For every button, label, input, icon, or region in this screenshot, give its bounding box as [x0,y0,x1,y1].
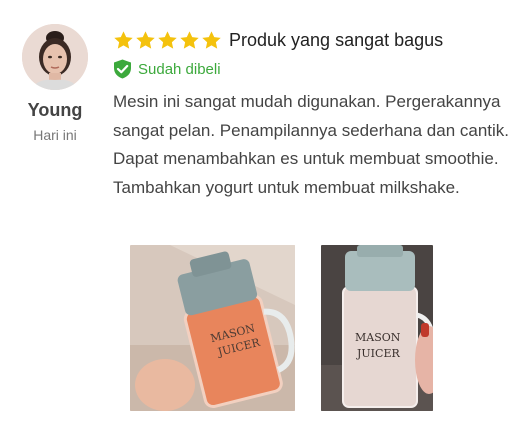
shield-check-icon [114,59,131,79]
review-content: Produk yang sangat bagus Sudah dibeli Me… [113,26,513,202]
jar-label-text: MASON [355,331,401,344]
review-photo-1[interactable]: MASON JUICER [130,245,295,411]
review-author: Young Hari ini [10,24,100,143]
verified-label: Sudah dibeli [138,60,221,78]
star-icon [158,30,177,49]
verified-purchase-badge: Sudah dibeli [113,58,513,80]
star-icon [202,30,221,49]
review-photo-2[interactable]: MASON JUICER [321,245,433,411]
star-icon [114,30,133,49]
jar-label-text: JUICER [356,347,400,360]
avatar[interactable] [22,24,88,90]
review-header: Produk yang sangat bagus [113,26,513,54]
review-body: Mesin ini sangat mudah digunakan. Perger… [113,92,510,197]
review-date: Hari ini [33,127,77,143]
star-rating [113,30,222,51]
review-title: Produk yang sangat bagus [229,29,444,50]
star-icon [180,30,199,49]
review-card: Young Hari ini Produk yang sangat bagus … [0,0,526,422]
author-name: Young [27,100,83,120]
star-icon [136,30,155,49]
review-photos: MASON JUICER MASON JUICER [130,245,450,411]
